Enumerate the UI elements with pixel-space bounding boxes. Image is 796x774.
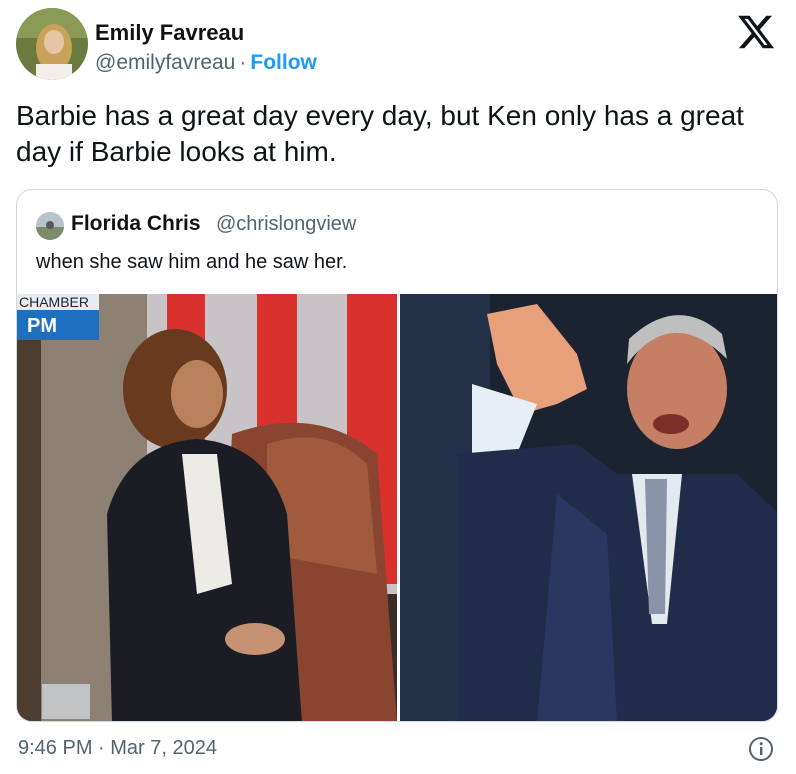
- x-logo-icon[interactable]: [736, 12, 776, 52]
- quoted-author-avatar[interactable]: [36, 212, 64, 240]
- quoted-tweet-card[interactable]: Florida Chris @chrislongview when she sa…: [16, 189, 778, 722]
- overlay-pm-text: PM: [27, 315, 57, 337]
- quoted-author-name[interactable]: Florida Chris: [71, 212, 201, 236]
- tweet-text: Barbie has a great day every day, but Ke…: [16, 100, 744, 167]
- author-avatar[interactable]: [16, 8, 88, 80]
- quoted-tweet-text: when she saw him and he saw her.: [36, 251, 348, 273]
- quoted-media-grid[interactable]: CHAMBER PM: [17, 294, 778, 722]
- info-icon[interactable]: [748, 736, 774, 762]
- quoted-author-handle[interactable]: @chrislongview: [216, 213, 356, 236]
- separator-dot: ·: [239, 51, 247, 74]
- media-photo-right[interactable]: [400, 294, 778, 722]
- tweet-header: Emily Favreau @emilyfavreau · Follow: [16, 8, 786, 80]
- tweet-timestamp[interactable]: 9:46 PM · Mar 7, 2024: [18, 737, 217, 760]
- author-handle-line: @emilyfavreau · Follow: [95, 51, 317, 75]
- author-name[interactable]: Emily Favreau: [95, 20, 244, 46]
- media-photo-left[interactable]: CHAMBER PM: [17, 294, 397, 722]
- overlay-chamber-text: CHAMBER: [19, 294, 89, 310]
- follow-button[interactable]: Follow: [250, 51, 317, 74]
- author-handle[interactable]: @emilyfavreau: [95, 51, 235, 74]
